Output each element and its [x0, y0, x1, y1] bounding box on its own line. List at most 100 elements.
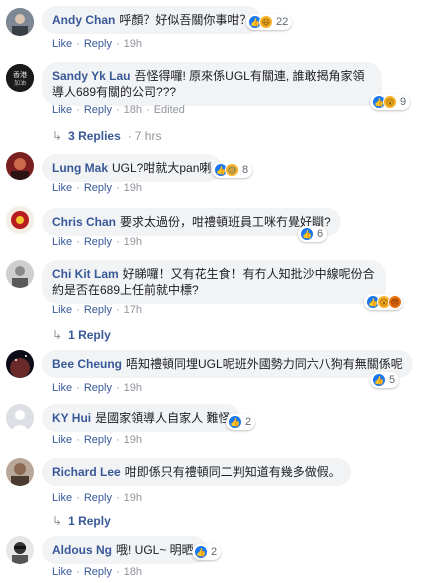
reply-link[interactable]: Reply: [84, 104, 112, 116]
like-link[interactable]: Like: [52, 104, 72, 116]
reaction-summary[interactable]: 👍 6: [298, 226, 328, 242]
comment-bubble: Sandy Yk Lau 吾怪得囉! 原來係UGL有關連, 誰敢揭角家領導人689…: [42, 62, 382, 106]
reaction-summary[interactable]: 👍 2: [192, 544, 222, 560]
timestamp[interactable]: 19h: [124, 182, 142, 194]
comment-actions: Like · Reply · 19h: [52, 236, 143, 248]
like-link[interactable]: Like: [52, 38, 72, 50]
comment-author[interactable]: Bee Cheung: [52, 357, 122, 371]
reply-link[interactable]: Reply: [84, 182, 112, 194]
reaction-count: 22: [276, 16, 289, 28]
timestamp[interactable]: 18h: [124, 566, 142, 578]
reply-arrow-icon: ↳: [52, 328, 63, 342]
like-link[interactable]: Like: [52, 182, 72, 194]
comment-author[interactable]: Andy Chan: [52, 13, 115, 27]
comment-bubble: KY Hui 是國家領導人自家人 難怪: [42, 404, 241, 432]
reply-link[interactable]: Reply: [84, 566, 112, 578]
reaction-count: 2: [211, 546, 218, 558]
reply-link[interactable]: Reply: [84, 38, 112, 50]
thumbs-up-icon: 👍: [300, 227, 314, 241]
comment-actions: Like · Reply · 17h: [52, 304, 143, 316]
comment-actions: Like · Reply · 18h: [52, 566, 143, 578]
angry-icon: 😠: [388, 295, 402, 309]
comment-author[interactable]: KY Hui: [52, 411, 91, 425]
like-link[interactable]: Like: [52, 492, 72, 504]
comment-bubble: Bee Cheung 唔知禮頓同埋UGL呢班外國勢力同六八狗有無關係呢: [42, 350, 413, 378]
timestamp[interactable]: 19h: [124, 382, 142, 394]
replies-time: 7 hrs: [134, 129, 162, 143]
avatar[interactable]: 香港 加油: [6, 64, 34, 92]
avatar[interactable]: [6, 206, 34, 234]
view-replies-link[interactable]: ↳ 1 Reply: [52, 328, 111, 342]
comment-actions: Like · Reply · 19h: [52, 382, 143, 394]
reaction-summary[interactable]: 👍 😆 22: [246, 14, 293, 30]
avatar[interactable]: [6, 536, 34, 564]
avatar[interactable]: [6, 152, 34, 180]
comment-actions: Like · Reply · 19h: [52, 492, 143, 504]
edited-label[interactable]: Edited: [154, 104, 185, 116]
comment-actions: Like · Reply · 19h: [52, 38, 143, 50]
comment-bubble: Lung Mak UGL?咁就大pan喇: [42, 154, 222, 182]
reaction-count: 8: [242, 164, 249, 176]
like-link[interactable]: Like: [52, 566, 72, 578]
comment-author[interactable]: Aldous Ng: [52, 543, 112, 557]
replies-count: 1 Reply: [68, 328, 111, 342]
reply-link[interactable]: Reply: [84, 434, 112, 446]
comment-actions: Like · Reply · 19h: [52, 434, 143, 446]
comment-author[interactable]: Chi Kit Lam: [52, 267, 119, 281]
reply-link[interactable]: Reply: [84, 236, 112, 248]
comment-text: 要求太過份，咁禮頓班員工咪冇覺好瞓?: [120, 215, 331, 229]
haha-icon: 😆: [259, 15, 273, 29]
reply-arrow-icon: ↳: [52, 514, 63, 528]
comment-text: 是國家領導人自家人 難怪: [95, 411, 231, 425]
thumbs-up-icon: 👍: [372, 373, 386, 387]
comment-bubble: Richard Lee 咁即係只有禮頓同二判知道有幾多做假。: [42, 458, 351, 486]
comment-author[interactable]: Lung Mak: [52, 161, 108, 175]
comment-bubble: Aldous Ng 哦! UGL~ 明晒!: [42, 536, 208, 564]
avatar[interactable]: [6, 350, 34, 378]
comment-text: 咁即係只有禮頓同二判知道有幾多做假。: [124, 465, 341, 479]
timestamp[interactable]: 19h: [124, 38, 142, 50]
comment-bubble: Chris Chan 要求太過份，咁禮頓班員工咪冇覺好瞓?: [42, 208, 341, 236]
thumbs-up-icon: 👍: [228, 415, 242, 429]
timestamp[interactable]: 18h: [124, 104, 142, 116]
reply-link[interactable]: Reply: [84, 382, 112, 394]
reaction-count: 9: [400, 96, 407, 108]
timestamp[interactable]: 19h: [124, 434, 142, 446]
like-link[interactable]: Like: [52, 434, 72, 446]
reaction-summary[interactable]: 👍 2: [226, 414, 256, 430]
reaction-summary[interactable]: 👍 😮 9: [370, 94, 411, 110]
comment-bubble: Andy Chan 呼顏？好似吾關你事咁？: [42, 6, 262, 34]
thumbs-up-icon: 👍: [194, 545, 208, 559]
comment-bubble: Chi Kit Lam 好睇囉！又有花生食！有冇人知批沙中線呢份合約是否在689上…: [42, 260, 386, 304]
avatar[interactable]: [6, 458, 34, 486]
reaction-summary[interactable]: 👍 😮 😠: [364, 294, 403, 310]
like-link[interactable]: Like: [52, 304, 72, 316]
replies-count: 1 Reply: [68, 514, 111, 528]
comment-author[interactable]: Sandy Yk Lau: [52, 69, 130, 83]
avatar[interactable]: [6, 260, 34, 288]
comment-text: 呼顏？好似吾關你事咁？: [119, 13, 252, 27]
reply-link[interactable]: Reply: [84, 492, 112, 504]
avatar[interactable]: [6, 404, 34, 432]
timestamp[interactable]: 19h: [124, 236, 142, 248]
reaction-summary[interactable]: 👍 😥 8: [212, 162, 253, 178]
view-replies-link[interactable]: ↳ 1 Reply: [52, 514, 111, 528]
reply-arrow-icon: ↳: [52, 129, 63, 143]
comment-text: 唔知禮頓同埋UGL呢班外國勢力同六八狗有無關係呢: [126, 357, 403, 371]
avatar[interactable]: [6, 8, 34, 36]
like-link[interactable]: Like: [52, 382, 72, 394]
comment-author[interactable]: Chris Chan: [52, 215, 116, 229]
reaction-count: 5: [389, 374, 396, 386]
comment-text: UGL?咁就大pan喇: [112, 161, 212, 175]
like-link[interactable]: Like: [52, 236, 72, 248]
reply-link[interactable]: Reply: [84, 304, 112, 316]
svg-text:香港: 香港: [13, 70, 27, 79]
comment-actions: Like · Reply · 18h · Edited: [52, 104, 185, 116]
view-replies-link[interactable]: ↳ 3 Replies · 7 hrs: [52, 129, 161, 143]
timestamp[interactable]: 17h: [124, 304, 142, 316]
comment-author[interactable]: Richard Lee: [52, 465, 121, 479]
svg-text:加油: 加油: [14, 79, 26, 87]
reaction-count: 6: [317, 228, 324, 240]
reaction-summary[interactable]: 👍 5: [370, 372, 400, 388]
timestamp[interactable]: 19h: [124, 492, 142, 504]
